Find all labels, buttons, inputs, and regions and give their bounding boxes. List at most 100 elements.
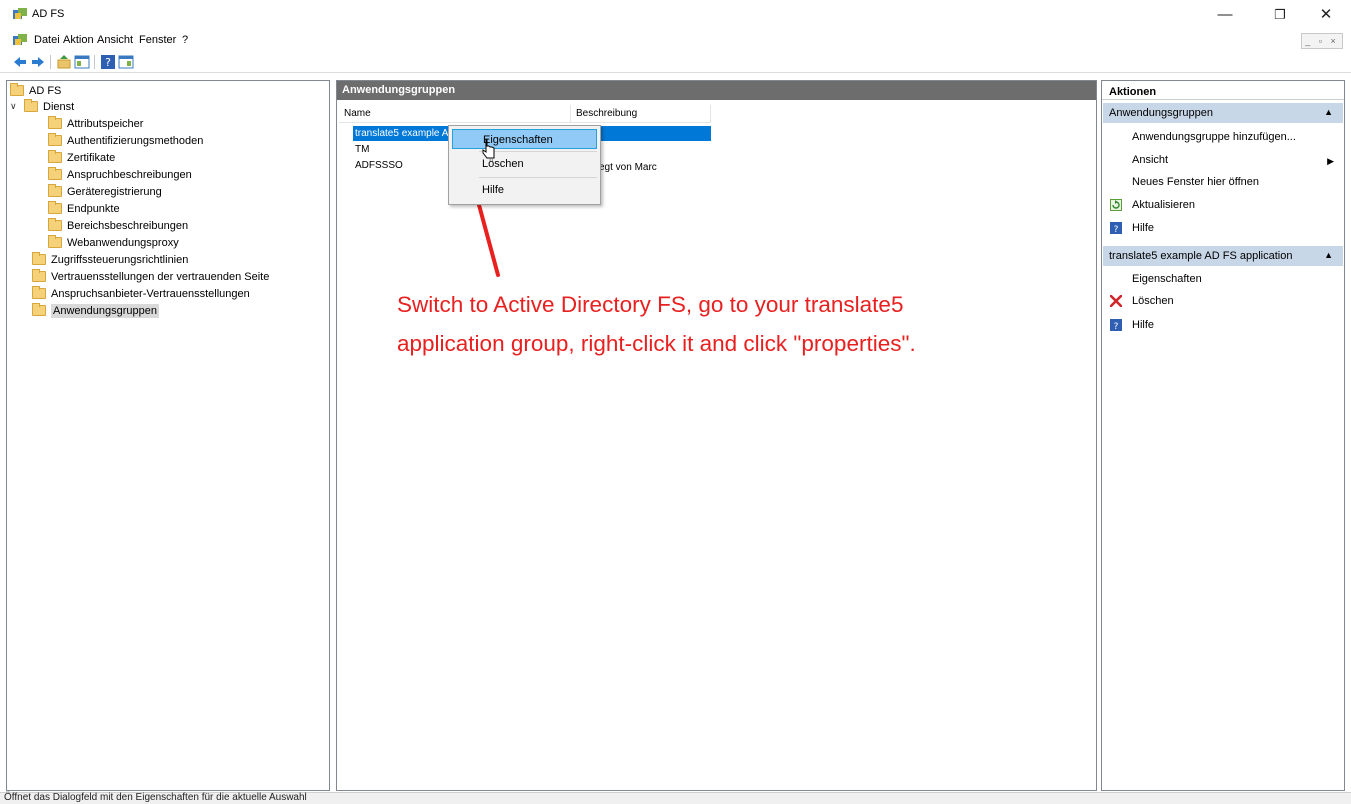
tree-item-authentifizierungsmethoden[interactable]: Authentifizierungsmethoden: [48, 132, 203, 149]
folder-icon: [32, 303, 46, 316]
tree-item-label: Webanwendungsproxy: [67, 236, 179, 249]
list-item-adfssso[interactable]: ADFSSSO: [355, 159, 403, 173]
tree-item-label: Zugriffssteuerungsrichtlinien: [51, 253, 189, 266]
context-menu-loeschen[interactable]: Löschen: [452, 154, 597, 174]
action-aktualisieren[interactable]: Aktualisieren: [1132, 197, 1195, 213]
actions-pane: Aktionen Anwendungsgruppen ▲ Anwendungsg…: [1101, 80, 1345, 791]
svg-text:?: ?: [105, 56, 111, 69]
console-tree[interactable]: AD FS ∨ Dienst Attributspeicher Authenti…: [6, 80, 330, 791]
tree-item-label: Geräteregistrierung: [67, 185, 162, 198]
list-item-tm[interactable]: TM: [355, 143, 369, 157]
tree-item-geraeteregistrierung[interactable]: Geräteregistrierung: [48, 183, 162, 200]
chevron-down-icon[interactable]: ∨: [10, 101, 20, 112]
folder-icon: [48, 116, 62, 129]
back-icon[interactable]: [12, 54, 28, 70]
section-title: Anwendungsgruppen: [1109, 107, 1213, 119]
tree-item-zertifikate[interactable]: Zertifikate: [48, 149, 115, 166]
minimize-button[interactable]: —: [1205, 4, 1245, 26]
menu-separator: [479, 151, 597, 152]
menu-fenster[interactable]: Fenster: [139, 34, 176, 46]
column-header-name[interactable]: Name: [339, 105, 571, 123]
menu-help[interactable]: ?: [182, 34, 188, 46]
action-label: Ansicht: [1132, 154, 1169, 166]
system-menu-icon[interactable]: [12, 33, 28, 47]
folder-icon: [48, 133, 62, 146]
tree-item-label: Bereichsbeschreibungen: [67, 219, 189, 232]
close-button[interactable]: ✕: [1306, 4, 1346, 26]
collapse-triangle-icon[interactable]: ▲: [1324, 107, 1333, 117]
tree-item-label: Anwendungsgruppen: [51, 303, 159, 318]
action-anwendungsgruppe-hinzufuegen[interactable]: Anwendungsgruppe hinzufügen...: [1132, 129, 1296, 145]
show-hide-action-pane-icon[interactable]: [118, 54, 134, 70]
toolbar: ?: [0, 51, 1351, 73]
menu-aktion[interactable]: Aktion: [63, 34, 94, 46]
tree-item-anspruchsanbieter[interactable]: Anspruchsanbieter-Vertrauensstellungen: [32, 285, 250, 302]
folder-icon: [24, 99, 38, 112]
actions-section-translate5[interactable]: translate5 example AD FS application ▲: [1103, 246, 1343, 266]
folder-icon: [48, 235, 62, 248]
folder-icon: [32, 252, 46, 265]
actions-section-anwendungsgruppen[interactable]: Anwendungsgruppen ▲: [1103, 103, 1343, 123]
window-title: AD FS: [32, 8, 65, 20]
tree-item-endpunkte[interactable]: Endpunkte: [48, 200, 120, 217]
show-hide-tree-icon[interactable]: [74, 54, 90, 70]
folder-icon: [48, 201, 62, 214]
mouse-cursor-icon: [482, 139, 495, 159]
help-icon[interactable]: ?: [100, 54, 116, 70]
action-neues-fenster[interactable]: Neues Fenster hier öffnen: [1132, 174, 1259, 190]
action-ansicht[interactable]: Ansicht: [1132, 152, 1340, 168]
status-bar: Öffnet das Dialogfeld mit den Eigenschaf…: [0, 792, 1351, 804]
folder-icon: [10, 83, 24, 96]
tree-item-webanwendungsproxy[interactable]: Webanwendungsproxy: [48, 234, 179, 251]
list-item-translate5[interactable]: translate5 example A: [355, 127, 448, 141]
tree-item-anwendungsgruppen[interactable]: Anwendungsgruppen: [32, 302, 159, 319]
context-menu-eigenschaften[interactable]: Eigenschaften: [452, 129, 597, 149]
tree-item-adfs[interactable]: AD FS: [10, 82, 61, 99]
context-menu-hilfe[interactable]: Hilfe: [452, 180, 597, 200]
column-header-description[interactable]: Beschreibung: [571, 105, 711, 123]
forward-icon[interactable]: [30, 54, 46, 70]
folder-icon: [48, 167, 62, 180]
tree-item-dienst[interactable]: ∨ Dienst: [10, 98, 74, 115]
tree-item-label: Anspruchsanbieter-Vertrauensstellungen: [51, 287, 250, 300]
up-folder-icon[interactable]: [56, 54, 72, 70]
menu-ansicht[interactable]: Ansicht: [97, 34, 133, 46]
section-title: translate5 example AD FS application: [1109, 250, 1293, 262]
adfs-app-icon: [13, 8, 27, 19]
annotation-line-1: Switch to Active Directory FS, go to you…: [397, 292, 904, 317]
tree-item-vertrauensstellungen[interactable]: Vertrauensstellungen der vertrauenden Se…: [32, 268, 269, 285]
tree-item-label: Authentifizierungsmethoden: [67, 134, 204, 147]
action-loeschen[interactable]: Löschen: [1132, 293, 1174, 309]
menu-datei[interactable]: Datei: [34, 34, 60, 46]
tree-item-label: Dienst: [43, 100, 75, 113]
action-hilfe-item[interactable]: Hilfe: [1132, 317, 1154, 333]
tree-item-attributspeicher[interactable]: Attributspeicher: [48, 115, 143, 132]
refresh-icon: [1110, 199, 1122, 211]
svg-text:?: ?: [1114, 322, 1119, 331]
tree-item-zugriffssteuerungsrichtlinien[interactable]: Zugriffssteuerungsrichtlinien: [32, 251, 188, 268]
action-eigenschaften[interactable]: Eigenschaften: [1132, 271, 1202, 287]
list-header: Name Beschreibung: [339, 105, 711, 123]
toolbar-separator: [94, 55, 95, 69]
menu-bar: Datei Aktion Ansicht Fenster ?: [0, 30, 1351, 50]
folder-icon: [48, 150, 62, 163]
tree-item-anspruchbeschreibungen[interactable]: Anspruchbeschreibungen: [48, 166, 192, 183]
folder-icon: [32, 269, 46, 282]
tree-item-label: AD FS: [29, 84, 62, 97]
tree-item-label: Anspruchbeschreibungen: [67, 168, 192, 181]
status-text: Öffnet das Dialogfeld mit den Eigenschaf…: [4, 792, 307, 803]
help-icon: ?: [1110, 319, 1122, 331]
tutorial-annotation: Switch to Active Directory FS, go to you…: [397, 285, 1077, 363]
collapse-triangle-icon[interactable]: ▲: [1324, 250, 1333, 260]
tree-item-label: Vertrauensstellungen der vertrauenden Se…: [51, 270, 270, 283]
action-hilfe[interactable]: Hilfe: [1132, 220, 1154, 236]
annotation-line-2: application group, right-click it and cl…: [397, 331, 916, 356]
tree-item-label: Zertifikate: [67, 151, 116, 164]
restore-button[interactable]: ❐: [1260, 4, 1300, 26]
title-bar: AD FS — ❐ ✕: [0, 0, 1351, 30]
mdi-window-controls[interactable]: _ ▫ ×: [1301, 33, 1343, 49]
tree-item-label: Endpunkte: [67, 202, 120, 215]
tree-item-bereichsbeschreibungen[interactable]: Bereichsbeschreibungen: [48, 217, 188, 234]
svg-text:?: ?: [1114, 225, 1119, 234]
folder-icon: [48, 184, 62, 197]
